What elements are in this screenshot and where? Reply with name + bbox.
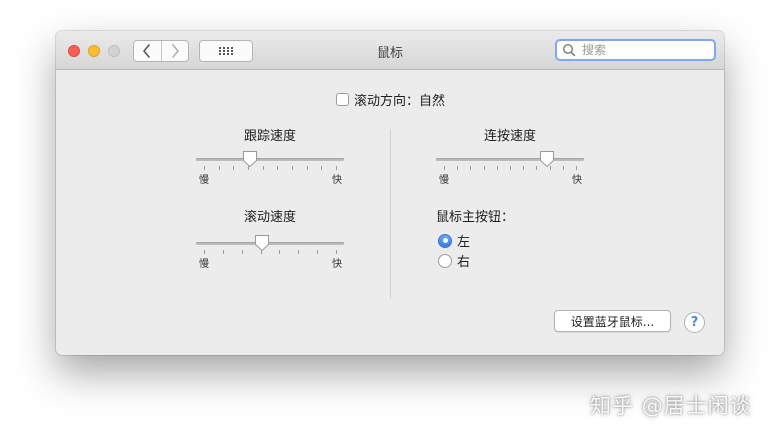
scroll-direction-option[interactable]: 滚动方向：自然 [336, 90, 445, 109]
slider-tick [510, 166, 511, 170]
title-bar: 鼠标 [56, 31, 724, 70]
slider-tick [321, 166, 323, 170]
primary-button-label: 鼠标主按钮： [436, 210, 515, 225]
slider-tick [218, 166, 220, 170]
slider-track [196, 158, 344, 161]
scrolling-speed-label: 滚动速度 [243, 210, 296, 225]
slider-thumb[interactable] [242, 150, 258, 168]
search-input[interactable] [579, 43, 712, 57]
slider-tick [536, 166, 538, 170]
slider-tick [233, 166, 235, 170]
slider-tick [306, 166, 308, 170]
slider-tick [260, 250, 262, 254]
tracking-speed-slider[interactable]: 慢 快 [196, 150, 344, 186]
help-button[interactable]: ? [684, 312, 705, 333]
slider-tick [523, 166, 525, 170]
preferences-content: 滚动方向：自然 跟踪速度 慢 快 滚动速度 慢 快 连按速度 慢 快 鼠标主按钮… [56, 70, 724, 355]
section-divider [390, 129, 391, 299]
slider-tick [483, 166, 485, 170]
radio-right-label: 右 [457, 255, 471, 270]
slider-tick [457, 166, 459, 170]
scrolling-speed-slider[interactable]: 慢 快 [196, 234, 344, 270]
search-field[interactable] [555, 39, 716, 61]
slider-min-label: 慢 [439, 175, 449, 186]
double-click-speed-slider[interactable]: 慢 快 [436, 150, 584, 186]
slider-tick [241, 250, 243, 254]
slider-tick [562, 166, 564, 170]
slider-tick [336, 166, 337, 170]
slider-track [436, 158, 584, 161]
slider-tick [292, 166, 293, 170]
tracking-speed-label: 跟踪速度 [243, 129, 296, 144]
slider-tick [277, 166, 279, 170]
slider-tick [444, 166, 445, 170]
slider-min-label: 慢 [199, 259, 209, 270]
slider-thumb[interactable] [254, 234, 270, 252]
watermark: 知乎 @居士闲谈 [590, 394, 752, 418]
radio-left[interactable] [438, 233, 452, 248]
slider-tick [222, 250, 224, 254]
search-icon [562, 43, 576, 57]
slider-tick [262, 166, 264, 170]
radio-left-label: 左 [457, 235, 471, 250]
slider-tick [470, 166, 472, 170]
primary-button-right-option[interactable]: 右 [438, 251, 470, 270]
slider-max-label: 快 [572, 175, 582, 186]
scroll-direction-checkbox[interactable] [336, 93, 349, 106]
slider-tick [336, 250, 337, 254]
scroll-direction-label: 滚动方向：自然 [354, 94, 446, 109]
primary-button-left-option[interactable]: 左 [438, 231, 470, 250]
mouse-preferences-window: 鼠标 滚动方向：自然 跟踪速度 慢 快 滚动速度 [56, 31, 724, 355]
slider-max-label: 快 [332, 175, 342, 186]
slider-min-label: 慢 [199, 175, 209, 186]
slider-tick [279, 250, 281, 254]
slider-tick [248, 166, 249, 170]
slider-thumb[interactable] [539, 150, 555, 168]
slider-tick [204, 166, 205, 170]
slider-tick [317, 250, 319, 254]
slider-tick [496, 166, 498, 170]
slider-tick [576, 166, 577, 170]
slider-tick [298, 250, 300, 254]
radio-right[interactable] [438, 253, 452, 268]
slider-tick [549, 166, 551, 170]
slider-max-label: 快 [332, 259, 342, 270]
double-click-speed-label: 连按速度 [483, 129, 536, 144]
setup-bluetooth-mouse-button[interactable]: 设置蓝牙鼠标... [554, 310, 671, 332]
slider-tick [204, 250, 205, 254]
